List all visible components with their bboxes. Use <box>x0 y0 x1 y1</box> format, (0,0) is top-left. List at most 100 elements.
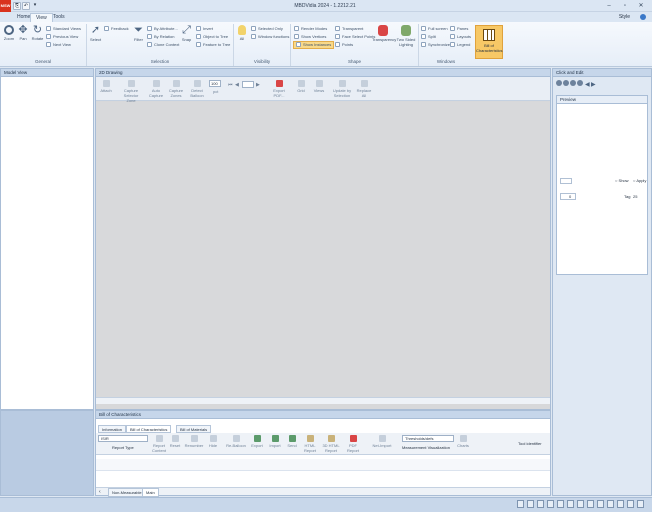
first-page-icon[interactable]: ⏮ <box>228 82 233 88</box>
grid-button[interactable]: Grid <box>294 80 308 93</box>
zoom-button[interactable]: Zoom <box>3 25 15 41</box>
by-relation-button[interactable]: By Relation <box>147 34 174 40</box>
show-vertices-toggle[interactable]: Show Vertices <box>294 34 326 40</box>
transparency-button[interactable]: Transparency <box>372 25 396 42</box>
by-attribute-button[interactable]: By Attribute... <box>147 26 178 32</box>
render-modes-button[interactable]: Render Modes <box>294 26 327 32</box>
apply-option[interactable]: ○ Apply <box>633 178 646 183</box>
send-button[interactable]: Send <box>286 435 298 448</box>
html3d-report-button[interactable]: 3D HTML Report <box>322 435 340 453</box>
select-button[interactable]: ➚ Select <box>89 25 102 43</box>
bill-of-characteristics-button[interactable]: Bill of Characteristics <box>475 25 503 59</box>
show-instances-toggle[interactable]: Show Instances <box>293 41 335 49</box>
help-icon[interactable] <box>640 14 646 20</box>
replace-all-button[interactable]: Replace All <box>356 80 372 98</box>
status-tool-icon[interactable] <box>587 500 594 508</box>
tab-non-measurable[interactable]: Non-Measurable <box>108 488 146 497</box>
show-option[interactable]: ○ Show <box>615 178 629 183</box>
pdf-report-button[interactable]: PDF Report <box>344 435 362 453</box>
drawing-canvas[interactable] <box>96 102 550 397</box>
transparent-button[interactable]: Transparent <box>335 26 363 32</box>
layouts-button[interactable]: Layouts <box>450 34 471 40</box>
circle-tool-icon[interactable] <box>577 80 583 86</box>
next-page-icon[interactable]: ▶ <box>256 82 260 88</box>
subtab-bill-of-characteristics[interactable]: Bill of Characteristics <box>126 425 172 433</box>
qat-undo-icon[interactable]: ↶ <box>22 2 30 10</box>
status-tool-icon[interactable] <box>567 500 574 508</box>
horizontal-scrollbar[interactable] <box>96 397 550 404</box>
status-tool-icon[interactable] <box>637 500 644 508</box>
status-tool-icon[interactable] <box>627 500 634 508</box>
hide-button[interactable]: Hide <box>207 435 219 448</box>
window-functions-button[interactable]: Window functions <box>251 34 289 40</box>
tab-main[interactable]: Main <box>142 488 159 497</box>
net-import-button[interactable]: Net-Import <box>372 435 392 448</box>
invert-button[interactable]: Invert <box>196 26 213 32</box>
measurement-select[interactable]: Thresholds/defs <box>402 435 454 442</box>
circle-tool-icon[interactable] <box>556 80 562 86</box>
renumber-button[interactable]: Renumber <box>184 435 204 448</box>
pan-button[interactable]: ✥ Pan <box>17 25 29 42</box>
circle-tool-icon[interactable] <box>563 80 569 86</box>
scroll-left-icon[interactable]: ‹ <box>99 489 101 495</box>
status-tool-icon[interactable] <box>537 500 544 508</box>
face-select-points-button[interactable]: Face Select Points <box>335 34 375 40</box>
feedback-toggle[interactable]: Feedback <box>104 26 129 32</box>
views-button[interactable]: Views <box>312 80 326 93</box>
qat-dropdown-icon[interactable]: ▾ <box>31 2 39 10</box>
attach-button[interactable]: Attach <box>98 80 114 93</box>
preview-stepper[interactable] <box>560 178 572 184</box>
visibility-all-button[interactable]: All <box>236 25 248 41</box>
arrow-left-icon[interactable]: ◀ <box>585 82 590 88</box>
snap-button[interactable]: ⤢ Snap <box>180 25 193 43</box>
prev-page-icon[interactable]: ◀ <box>235 82 239 88</box>
status-tool-icon[interactable] <box>577 500 584 508</box>
object-to-tree-button[interactable]: Object to Tree <box>196 34 228 40</box>
selected-only-button[interactable]: Selected Only <box>251 26 283 32</box>
page-number-field[interactable] <box>242 81 254 88</box>
standard-views-button[interactable]: Standard Views <box>46 26 81 32</box>
feature-to-tree-button[interactable]: Feature to Tree <box>196 42 230 48</box>
report-type-select[interactable]: ISIR <box>98 435 148 442</box>
app-logo[interactable]: MSW <box>0 0 11 12</box>
panes-button[interactable]: Panes <box>450 26 468 32</box>
next-view-button[interactable]: Next View <box>46 42 71 48</box>
points-button[interactable]: Points <box>335 42 353 48</box>
value-field[interactable]: 0 <box>560 193 576 200</box>
status-tool-icon[interactable] <box>617 500 624 508</box>
report-content-button[interactable]: Report Content <box>152 435 166 453</box>
previous-view-button[interactable]: Previous View <box>46 34 78 40</box>
minimize-icon[interactable]: – <box>602 1 616 11</box>
tab-tools[interactable]: Tools <box>48 13 70 22</box>
subtab-bill-of-materials[interactable]: Bill of Materials <box>176 425 212 433</box>
export-button[interactable]: Export <box>250 435 264 448</box>
legend-button[interactable]: Legend <box>450 42 470 48</box>
close-icon[interactable]: ✕ <box>634 1 648 11</box>
detect-balloon-button[interactable]: Detect Balloon <box>189 80 205 98</box>
filter-button[interactable]: ⏷ Filter <box>132 25 145 43</box>
html-report-button[interactable]: HTML Report <box>302 435 318 453</box>
auto-capture-button[interactable]: Auto Capture <box>148 80 164 98</box>
selector-zone-button[interactable]: Capture Selector Zone <box>120 80 142 103</box>
zoom-percent-field[interactable]: 100 <box>209 80 221 87</box>
qat-copy-icon[interactable]: ⎘ <box>13 2 21 10</box>
style-menu[interactable]: Style <box>619 14 630 20</box>
status-tool-icon[interactable] <box>607 500 614 508</box>
reset-button[interactable]: Reset <box>169 435 181 448</box>
rebaloon-button[interactable]: Re-Balloon <box>226 435 246 448</box>
import-button[interactable]: Import <box>268 435 282 448</box>
maximize-icon[interactable]: ▫ <box>618 1 632 11</box>
status-tool-icon[interactable] <box>597 500 604 508</box>
update-by-selection-button[interactable]: Update by Selection <box>332 80 352 98</box>
status-tool-icon[interactable] <box>557 500 564 508</box>
export-pdf-button[interactable]: Export PDF... <box>270 80 288 98</box>
clone-context-button[interactable]: Clone Context <box>147 42 179 48</box>
two-sided-lighting-button[interactable]: Two Sided Lighting <box>396 25 416 47</box>
status-tool-icon[interactable] <box>517 500 524 508</box>
subtab-information[interactable]: Information <box>98 425 127 433</box>
synchronize-button[interactable]: Synchronize <box>421 42 450 48</box>
arrow-right-icon[interactable]: ▶ <box>591 82 596 88</box>
split-button[interactable]: Split <box>421 34 436 40</box>
circle-tool-icon[interactable] <box>570 80 576 86</box>
charts-button[interactable]: Charts <box>456 435 470 448</box>
